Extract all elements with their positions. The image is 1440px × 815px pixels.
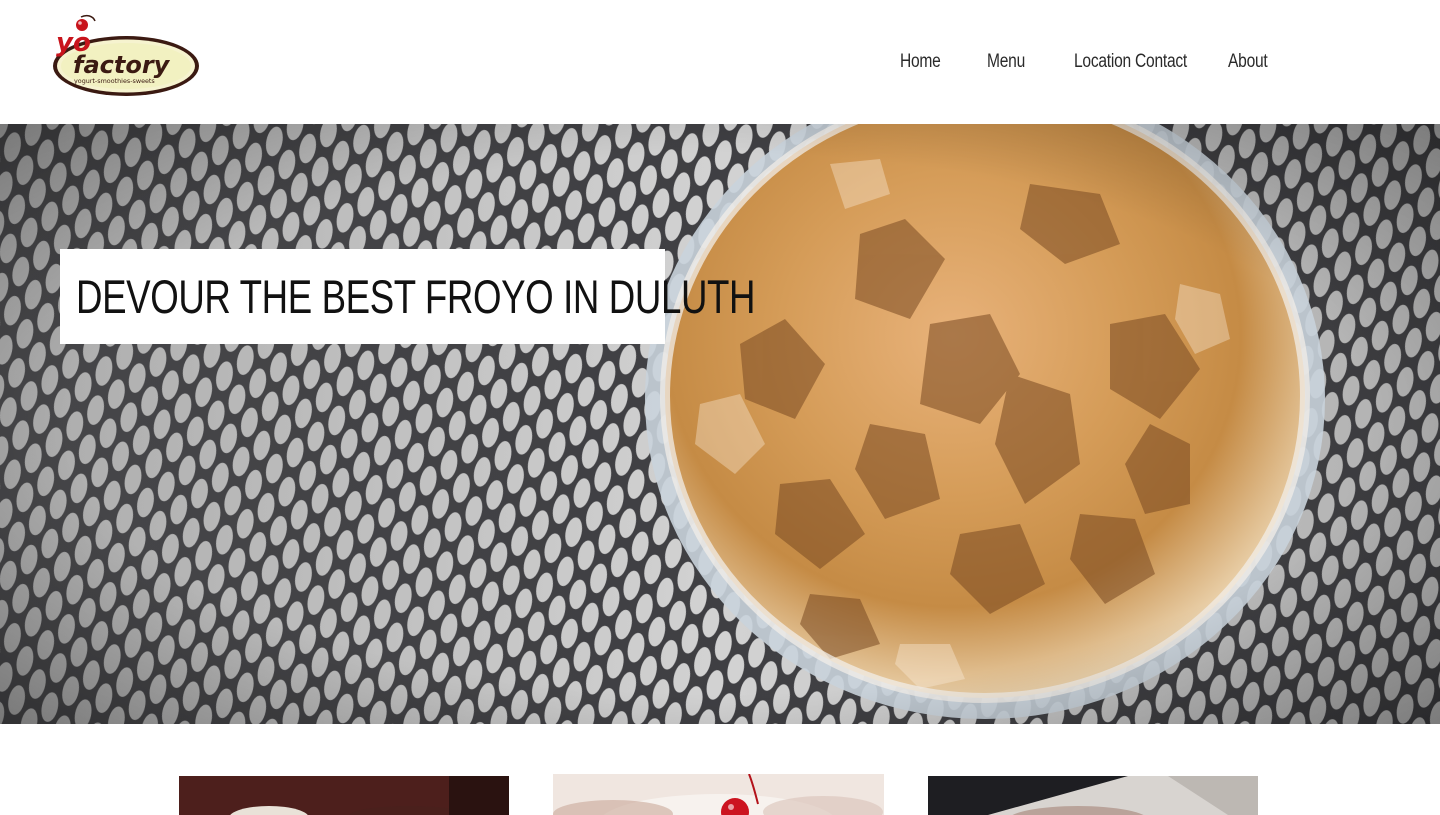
hero-banner: DEVOUR THE BEST FROYO IN DULUTH: [0, 124, 1440, 724]
feature-cards: [0, 774, 1440, 815]
dessert-photo-icon: [928, 776, 1258, 815]
hero-title-box: DEVOUR THE BEST FROYO IN DULUTH: [60, 249, 756, 344]
hero-title: DEVOUR THE BEST FROYO IN DULUTH: [76, 270, 756, 323]
nav-menu[interactable]: Menu: [987, 48, 1025, 76]
hero-background-image: [0, 124, 1440, 724]
nav-location-contact[interactable]: Location Contact: [1074, 48, 1187, 76]
dessert-photo-icon: [179, 776, 509, 815]
card-image-1[interactable]: [179, 776, 509, 815]
logo-tagline: yogurt-smoothies-sweets: [74, 77, 155, 85]
main-nav: Home Menu Location Contact About: [0, 48, 1440, 76]
nav-about[interactable]: About: [1228, 48, 1268, 76]
site-header: yo factory yogurt-smoothies-sweets Home …: [0, 0, 1440, 124]
card-image-2[interactable]: [553, 774, 884, 815]
cherry-sundae-photo-icon: [553, 774, 884, 815]
card-image-3[interactable]: [928, 776, 1258, 815]
nav-home[interactable]: Home: [900, 48, 941, 76]
